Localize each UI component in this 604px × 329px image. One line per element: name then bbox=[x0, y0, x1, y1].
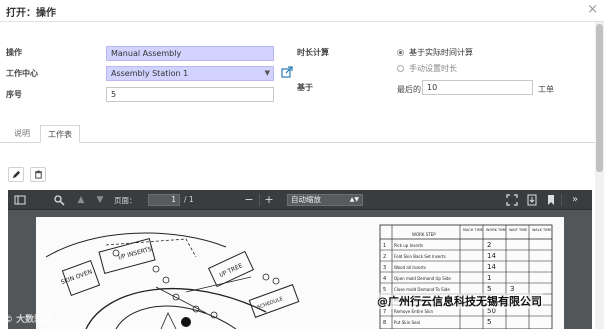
dialog-title: 打开：操作 bbox=[6, 8, 56, 19]
table-cell: 3 bbox=[383, 265, 386, 271]
table-cell: 4 bbox=[383, 276, 386, 282]
sequence-label: 序号 bbox=[6, 90, 22, 99]
trash-icon bbox=[34, 170, 42, 179]
page-number-input[interactable]: 1 bbox=[148, 194, 180, 206]
external-link-icon[interactable] bbox=[281, 66, 293, 78]
duration-option-label: 基于实际时间计算 bbox=[409, 48, 473, 57]
sidebar-toggle-icon[interactable] bbox=[14, 194, 26, 206]
tab-worksheet[interactable]: 工作表 bbox=[40, 125, 80, 143]
sequence-input[interactable]: 5 bbox=[106, 87, 274, 102]
pdf-toolbar: ▲ ▼ 页面： 1 / 1 − + 自动缩放 ▲▼ » bbox=[8, 190, 592, 210]
table-cell: 1 bbox=[487, 274, 491, 282]
last-count-value: 10 bbox=[427, 83, 438, 92]
close-icon[interactable]: × bbox=[587, 2, 598, 18]
table-cell: 14 bbox=[487, 263, 496, 271]
presentation-mode-icon[interactable] bbox=[506, 194, 518, 206]
duration-option-label: 手动设置时长 bbox=[409, 64, 457, 73]
tab-label: 工作表 bbox=[48, 130, 72, 139]
table-cell: 2 bbox=[383, 254, 386, 260]
scanned-worksheet-image: SKIN OVEN I/P INSERTS I/P TREE SCHEDULE bbox=[45, 224, 553, 329]
notebook-tabs: 说明 工作表 bbox=[0, 125, 604, 143]
table-cell: 5 bbox=[487, 318, 491, 326]
dialog-titlebar: 打开：操作 × bbox=[0, 0, 604, 22]
workcenter-value: Assembly Station 1 bbox=[111, 69, 189, 78]
table-cell: 5 bbox=[487, 285, 491, 293]
sequence-value: 5 bbox=[111, 90, 117, 99]
page-number-value: 1 bbox=[171, 195, 176, 204]
pencil-icon bbox=[12, 170, 20, 179]
watermark-right: @广州行云信息科技无锡有限公司 bbox=[376, 293, 543, 309]
edit-button[interactable] bbox=[8, 167, 24, 182]
table-cell: 2 bbox=[487, 241, 491, 249]
unit-label: 工单 bbox=[538, 85, 554, 94]
table-cell: Close mold Demand To Side bbox=[394, 287, 450, 292]
diagram-label: I/P TREE bbox=[218, 262, 244, 279]
more-tools-icon[interactable]: » bbox=[569, 194, 581, 206]
page-scrollbar[interactable] bbox=[595, 22, 604, 329]
table-header: WALK TIME bbox=[532, 228, 551, 232]
based-on-label: 基于 bbox=[297, 83, 313, 92]
chevron-down-icon: ▼ bbox=[264, 69, 270, 77]
search-icon[interactable] bbox=[53, 194, 65, 206]
workcenter-label: 工作中心 bbox=[6, 69, 38, 78]
diagram-label: I/P INSERTS bbox=[118, 246, 153, 262]
table-cell: 7 bbox=[383, 309, 386, 315]
table-cell: 1 bbox=[383, 243, 386, 249]
previous-page-icon[interactable]: ▲ bbox=[75, 194, 87, 206]
table-header: MACH TIME bbox=[463, 228, 483, 232]
duration-label: 时长计算 bbox=[297, 48, 329, 57]
scrollbar-thumb[interactable] bbox=[596, 24, 603, 172]
toolbar-divider bbox=[561, 194, 562, 206]
tab-description[interactable]: 说明 bbox=[6, 125, 38, 143]
next-page-icon[interactable]: ▼ bbox=[94, 194, 106, 206]
operation-label: 操作 bbox=[6, 48, 22, 57]
table-cell: Remove Entire Skin bbox=[394, 309, 434, 314]
duration-option-manual[interactable]: 手动设置时长 bbox=[397, 63, 457, 74]
duration-option-actual[interactable]: 基于实际时间计算 bbox=[397, 47, 473, 58]
zoom-select[interactable]: 自动缩放 ▲▼ bbox=[287, 194, 363, 206]
page-label: 页面： bbox=[114, 196, 137, 205]
last-count-input[interactable]: 10 bbox=[422, 80, 533, 95]
radio-unselected-icon[interactable] bbox=[397, 65, 404, 72]
table-header: WORK TIME bbox=[486, 228, 506, 232]
work-step-table: WORK STEP MACH TIME WORK TIME WAIT TIME … bbox=[379, 224, 553, 329]
watermark-left: © 大数驱动 bbox=[4, 315, 53, 325]
download-icon[interactable] bbox=[526, 194, 538, 206]
delete-button[interactable] bbox=[30, 167, 46, 182]
workcenter-select[interactable]: Assembly Station 1 ▼ bbox=[106, 66, 274, 81]
table-cell: Pick up Inserts bbox=[394, 243, 423, 248]
zoom-in-button[interactable]: + bbox=[263, 194, 275, 206]
table-cell: Fold Skin Back Set Inserts bbox=[394, 254, 446, 259]
operation-input[interactable]: Manual Assembly bbox=[106, 46, 274, 61]
bookmark-icon[interactable] bbox=[545, 194, 557, 206]
chevron-down-icon: ▲▼ bbox=[349, 196, 359, 203]
table-cell: 8 bbox=[383, 320, 386, 326]
table-header: WORK STEP bbox=[412, 232, 436, 237]
table-cell: Open mold Demand Up Side bbox=[394, 276, 451, 281]
table-cell: 14 bbox=[487, 252, 496, 260]
table-cell: Wood all Inserts bbox=[394, 265, 426, 270]
radio-selected-icon[interactable] bbox=[397, 49, 404, 56]
table-cell: 3 bbox=[510, 285, 514, 293]
tab-label: 说明 bbox=[14, 129, 30, 138]
table-header: WAIT TIME bbox=[509, 228, 527, 232]
table-cell: Put Skin Seal bbox=[394, 320, 420, 325]
operation-value: Manual Assembly bbox=[111, 49, 182, 58]
zoom-out-button[interactable]: − bbox=[243, 194, 255, 206]
table-rows: 1 Pick up Inserts 2 2 Fold Skin Back Set Ins… bbox=[383, 241, 514, 326]
diagram-label: SKIN OVEN bbox=[60, 268, 93, 286]
last-label: 最后的 bbox=[397, 85, 421, 94]
pdf-page: SKIN OVEN I/P INSERTS I/P TREE SCHEDULE bbox=[36, 217, 564, 329]
zoom-value: 自动缩放 bbox=[291, 195, 321, 204]
toolbar-divider bbox=[259, 194, 260, 206]
page-total: / 1 bbox=[184, 195, 194, 204]
